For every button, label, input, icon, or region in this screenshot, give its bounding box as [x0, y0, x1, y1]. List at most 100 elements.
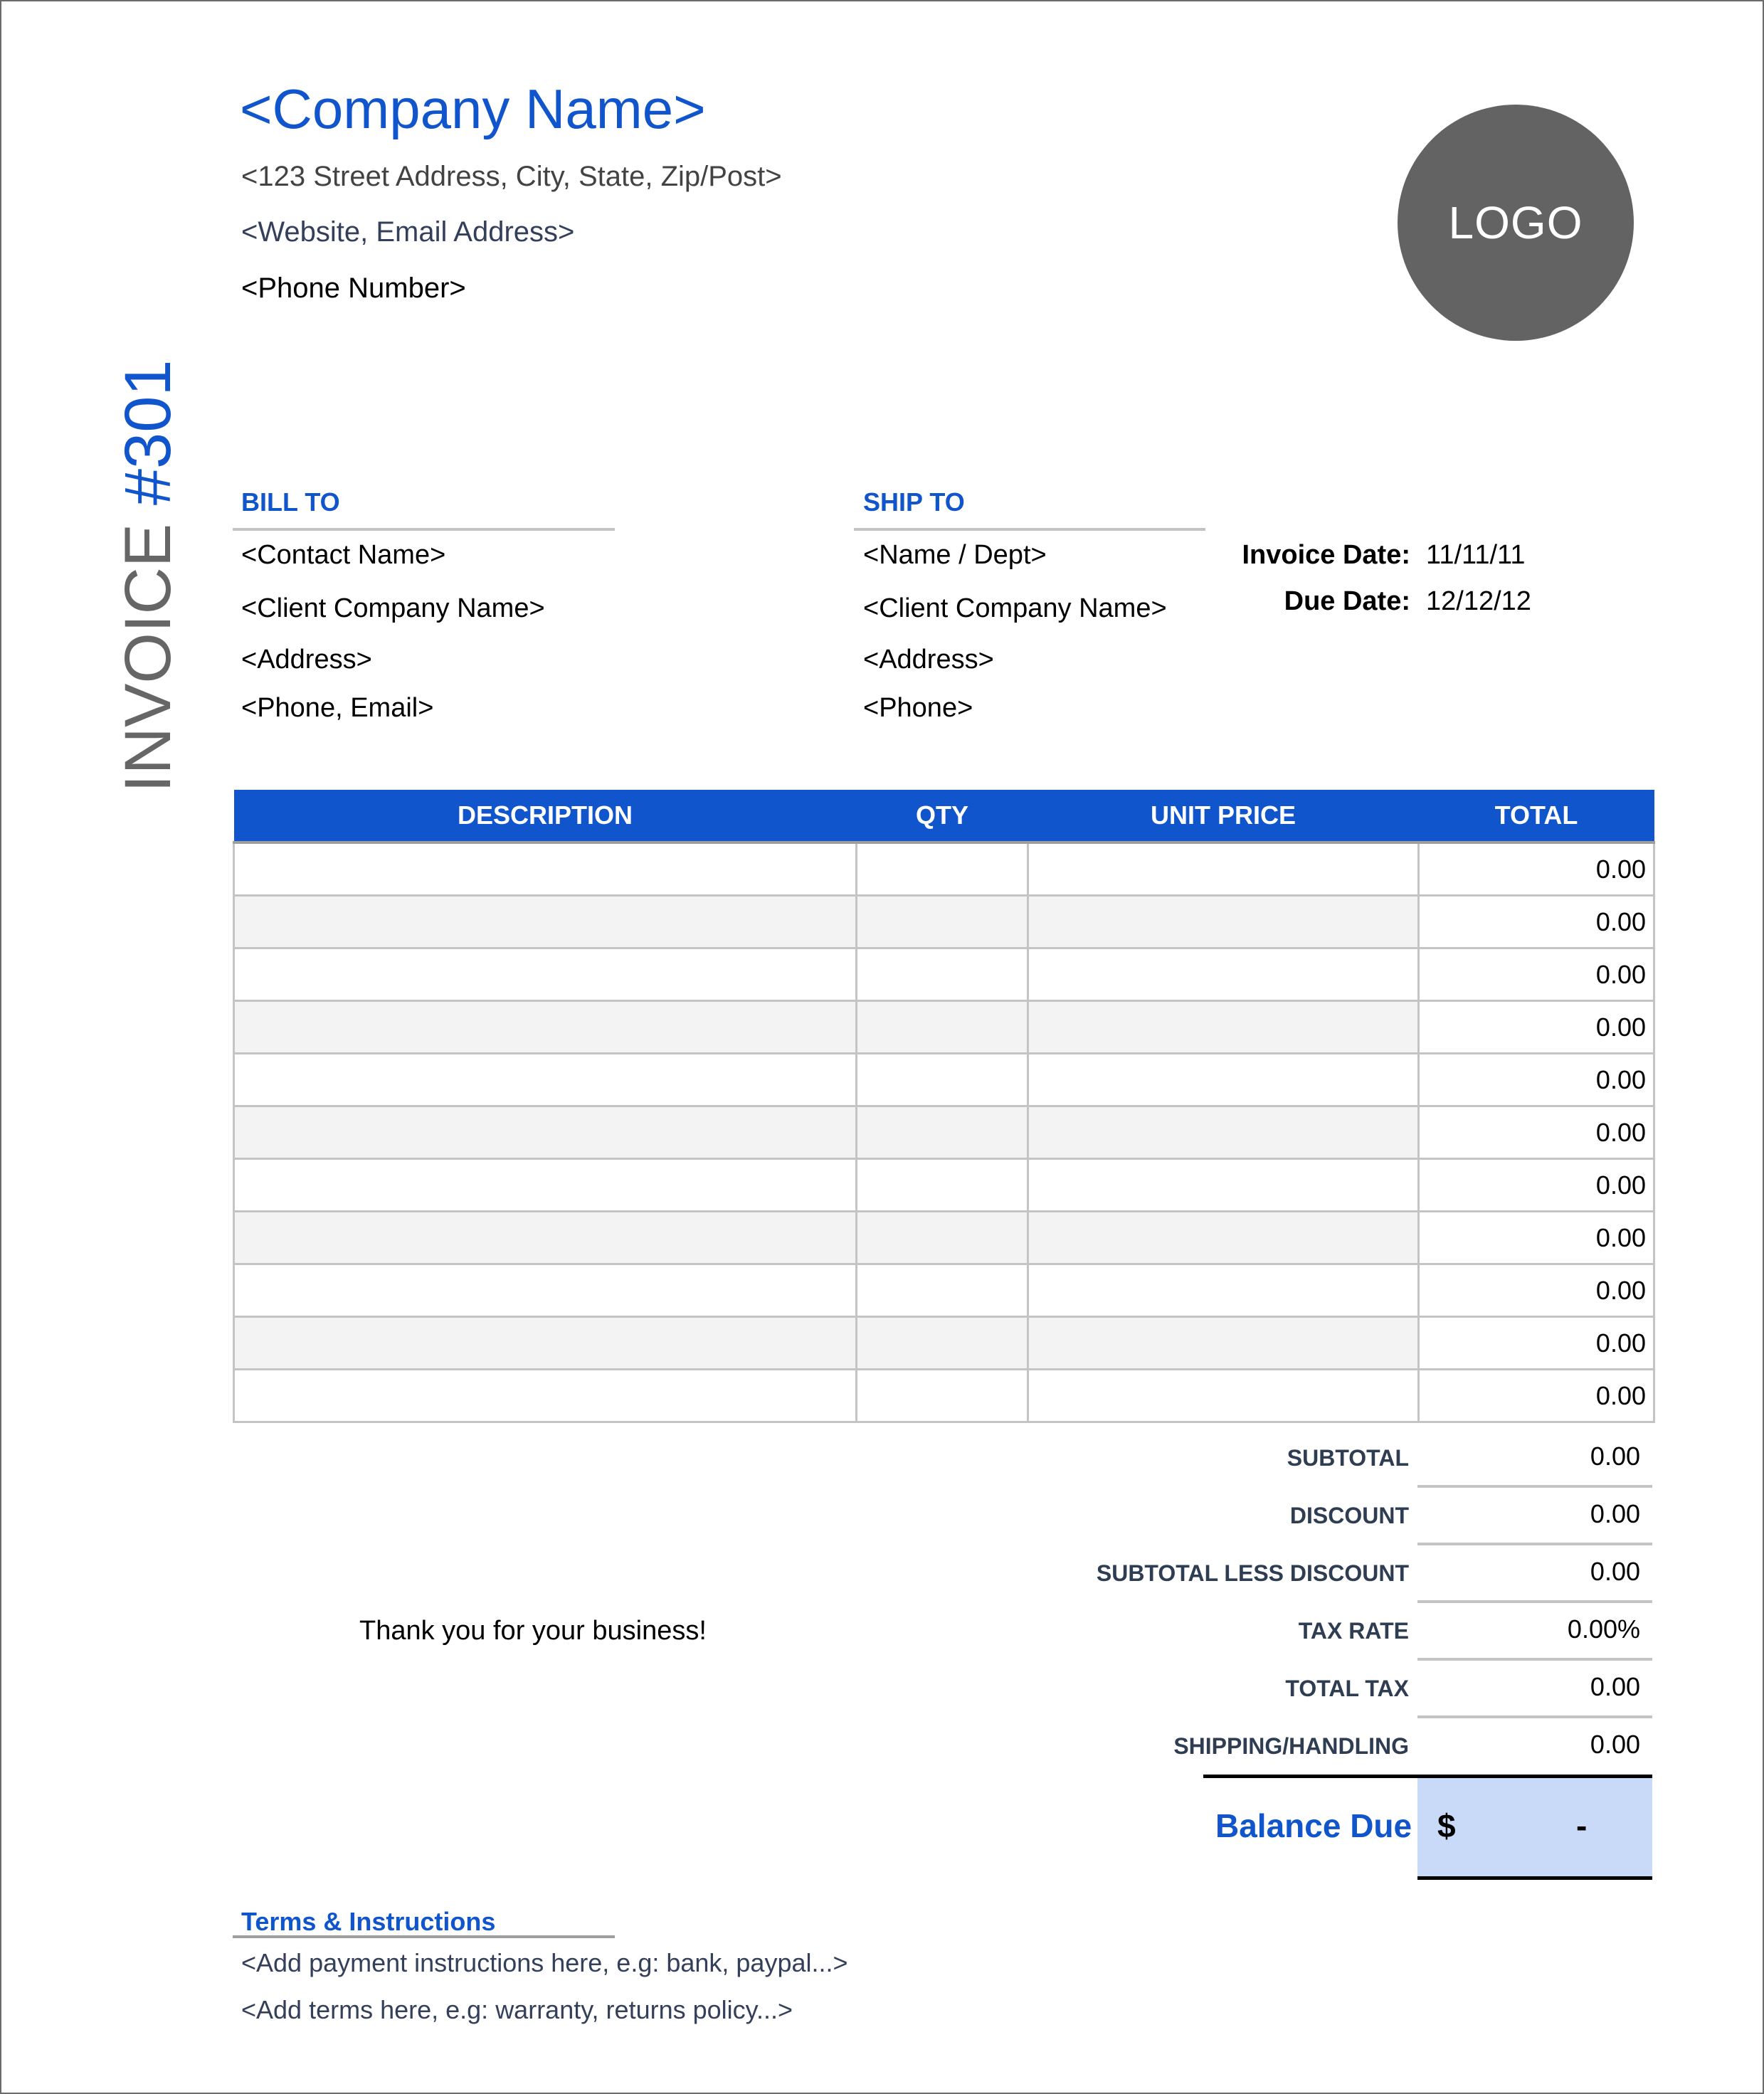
invoice-title-word: INVOICE	[112, 523, 184, 793]
cell-qty[interactable]	[855, 1105, 1029, 1160]
cell-qty[interactable]	[855, 1158, 1029, 1212]
invoice-page: <Company Name> <123 Street Address, City…	[0, 0, 1764, 2094]
cell-qty[interactable]	[855, 1316, 1029, 1370]
ship-to-client-company[interactable]: <Client Company Name>	[863, 595, 1167, 622]
line-items-table: DESCRIPTION QTY UNIT PRICE TOTAL 0.00 0.0…	[233, 790, 1655, 1423]
cell-description[interactable]	[233, 1316, 857, 1370]
cell-description[interactable]	[233, 1210, 857, 1265]
cell-qty[interactable]	[855, 841, 1029, 897]
bill-to-client-company[interactable]: <Client Company Name>	[241, 595, 545, 622]
ship-to-name-dept[interactable]: <Name / Dept>	[863, 541, 1047, 569]
cell-unit-price[interactable]	[1027, 1105, 1420, 1160]
cell-total[interactable]: 0.00	[1417, 1052, 1655, 1107]
cell-description[interactable]	[233, 1000, 857, 1054]
cell-description[interactable]	[233, 1052, 857, 1107]
ship-to-address[interactable]: <Address>	[863, 646, 994, 673]
cell-total[interactable]: 0.00	[1417, 1263, 1655, 1318]
cell-unit-price[interactable]	[1027, 1210, 1420, 1265]
thank-you-message[interactable]: Thank you for your business!	[359, 1617, 707, 1644]
logo-placeholder[interactable]: LOGO	[1398, 105, 1634, 341]
bill-to-address[interactable]: <Address>	[241, 646, 372, 673]
summary-value-subtotal-less-discount[interactable]: 0.00	[1427, 1559, 1640, 1585]
company-website-email[interactable]: <Website, Email Address>	[241, 218, 574, 246]
cell-unit-price[interactable]	[1027, 1158, 1420, 1212]
summary-value-discount[interactable]: 0.00	[1427, 1501, 1640, 1527]
table-row: 0.00	[233, 947, 1655, 1002]
cell-total[interactable]: 0.00	[1417, 1368, 1655, 1423]
cell-description[interactable]	[233, 947, 857, 1002]
table-row: 0.00	[233, 841, 1655, 897]
summary-label-discount: DISCOUNT	[1289, 1503, 1409, 1528]
bill-to-phone-email[interactable]: <Phone, Email>	[241, 694, 433, 721]
column-header-description: DESCRIPTION	[233, 790, 857, 844]
due-date-label: Due Date:	[1284, 586, 1410, 616]
cell-total[interactable]: 0.00	[1417, 1158, 1655, 1212]
summary-value-shipping-handling[interactable]: 0.00	[1427, 1732, 1640, 1757]
terms-divider	[233, 1935, 615, 1938]
cell-unit-price[interactable]	[1027, 1000, 1420, 1054]
column-header-total: TOTAL	[1418, 790, 1654, 844]
summary-divider	[1417, 1600, 1652, 1603]
cell-unit-price[interactable]	[1027, 1316, 1420, 1370]
cell-unit-price[interactable]	[1027, 1052, 1420, 1107]
cell-total[interactable]: 0.00	[1417, 894, 1655, 949]
cell-description[interactable]	[233, 1368, 857, 1423]
payment-instructions[interactable]: <Add payment instructions here, e.g: ban…	[241, 1950, 848, 1976]
cell-description[interactable]	[233, 1105, 857, 1160]
cell-unit-price[interactable]	[1027, 947, 1420, 1002]
due-date-value[interactable]: 12/12/12	[1426, 588, 1531, 615]
summary-label-tax-rate: TAX RATE	[1298, 1618, 1409, 1644]
logo-text: LOGO	[1448, 197, 1583, 248]
invoice-date-label: Invoice Date:	[1242, 540, 1410, 570]
cell-qty[interactable]	[855, 1052, 1029, 1107]
table-row: 0.00	[233, 1263, 1655, 1318]
cell-unit-price[interactable]	[1027, 841, 1420, 897]
cell-total[interactable]: 0.00	[1417, 1105, 1655, 1160]
bill-to-contact-name[interactable]: <Contact Name>	[241, 541, 445, 569]
table-row: 0.00	[233, 894, 1655, 949]
cell-qty[interactable]	[855, 947, 1029, 1002]
cell-qty[interactable]	[855, 894, 1029, 949]
table-row: 0.00	[233, 1210, 1655, 1265]
bill-to-heading: BILL TO	[241, 487, 340, 517]
company-street-address[interactable]: <123 Street Address, City, State, Zip/Po…	[241, 162, 782, 191]
cell-unit-price[interactable]	[1027, 1368, 1420, 1423]
cell-total[interactable]: 0.00	[1417, 1210, 1655, 1265]
cell-unit-price[interactable]	[1027, 894, 1420, 949]
summary-value-tax-rate[interactable]: 0.00%	[1427, 1617, 1640, 1642]
summary-label-subtotal: SUBTOTAL	[1287, 1445, 1409, 1471]
summary-value-total-tax[interactable]: 0.00	[1427, 1674, 1640, 1700]
cell-description[interactable]	[233, 894, 857, 949]
summary-label-total-tax: TOTAL TAX	[1285, 1676, 1409, 1701]
cell-total[interactable]: 0.00	[1417, 841, 1655, 897]
column-header-unit-price: UNIT PRICE	[1028, 790, 1419, 844]
cell-total[interactable]: 0.00	[1417, 947, 1655, 1002]
summary-divider	[1417, 1543, 1652, 1545]
summary-divider	[1417, 1658, 1652, 1661]
terms-heading: Terms & Instructions	[241, 1907, 496, 1936]
summary-divider	[1417, 1715, 1652, 1718]
invoice-number[interactable]: #301	[112, 359, 184, 505]
invoice-date-value[interactable]: 11/11/11	[1426, 541, 1525, 569]
company-phone[interactable]: <Phone Number>	[241, 274, 466, 302]
cell-qty[interactable]	[855, 1000, 1029, 1054]
terms-text[interactable]: <Add terms here, e.g: warranty, returns …	[241, 1997, 793, 2023]
cell-qty[interactable]	[855, 1210, 1029, 1265]
column-header-qty: QTY	[856, 790, 1028, 844]
cell-total[interactable]: 0.00	[1417, 1000, 1655, 1054]
cell-description[interactable]	[233, 1263, 857, 1318]
table-header-row: DESCRIPTION QTY UNIT PRICE TOTAL	[233, 790, 1654, 844]
cell-qty[interactable]	[855, 1263, 1029, 1318]
summary-value-subtotal[interactable]: 0.00	[1427, 1444, 1640, 1469]
cell-description[interactable]	[233, 1158, 857, 1212]
ship-to-phone[interactable]: <Phone>	[863, 694, 973, 721]
cell-qty[interactable]	[855, 1368, 1029, 1423]
bill-to-divider	[233, 528, 615, 531]
cell-total[interactable]: 0.00	[1417, 1316, 1655, 1370]
ship-to-divider	[854, 528, 1205, 531]
cell-description[interactable]	[233, 841, 857, 897]
table-row: 0.00	[233, 1316, 1655, 1370]
company-name[interactable]: <Company Name>	[240, 81, 706, 137]
table-row: 0.00	[233, 1158, 1655, 1212]
cell-unit-price[interactable]	[1027, 1263, 1420, 1318]
